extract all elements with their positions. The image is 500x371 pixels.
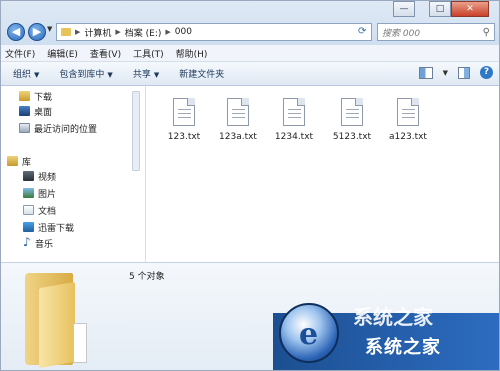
chevron-down-icon: ▼ xyxy=(153,71,160,79)
chevron-down-icon: ▼ xyxy=(34,71,40,79)
nav-item-desktop[interactable]: 桌面 xyxy=(19,104,52,118)
nav-item-label: 下载 xyxy=(34,92,53,103)
item-count: 5 个对象 xyxy=(129,272,165,282)
music-icon xyxy=(23,235,31,249)
refresh-icon[interactable]: ⟳ xyxy=(358,26,366,37)
file-name: 5123.txt xyxy=(332,132,372,142)
nav-item-documents[interactable]: 文档 xyxy=(23,203,56,217)
breadcrumb-computer[interactable]: 计算机 xyxy=(84,26,111,39)
search-icon[interactable]: ⚲ xyxy=(483,27,490,38)
chevron-right-icon: ▶ xyxy=(115,28,121,36)
file-name: a123.txt xyxy=(389,132,427,142)
explorer-window: — □ ✕ ◀ ▶ ▼ ▶ 计算机 ▶ 档案 (E:) ▶ 000 ⟳ 搜索 0… xyxy=(0,0,500,371)
recent-pages-dropdown[interactable]: ▼ xyxy=(47,25,52,33)
include-library-button[interactable]: 包含到库中 ▼ xyxy=(59,67,112,80)
chevron-right-icon: ▶ xyxy=(165,28,171,36)
library-icon xyxy=(7,156,18,166)
address-bar[interactable]: ▶ 计算机 ▶ 档案 (E:) ▶ 000 xyxy=(56,23,372,41)
back-button[interactable]: ◀ xyxy=(7,23,25,41)
file-item[interactable]: 123a.txt xyxy=(213,98,263,142)
nav-item-pictures[interactable]: 图片 xyxy=(23,186,56,200)
nav-item-xunlei-downloads[interactable]: 迅雷下载 xyxy=(23,220,74,234)
minimize-button[interactable]: — xyxy=(393,1,415,17)
logo-top-text: 系统之家 xyxy=(353,305,433,329)
downloads-icon xyxy=(19,91,30,101)
title-bar: — □ ✕ ◀ ▶ ▼ ▶ 计算机 ▶ 档案 (E:) ▶ 000 ⟳ 搜索 0… xyxy=(1,1,499,45)
file-item[interactable]: 5123.txt xyxy=(327,98,377,142)
nav-item-label: 文档 xyxy=(38,206,57,217)
pictures-icon xyxy=(23,188,34,198)
file-name: 1234.txt xyxy=(274,132,314,142)
breadcrumb-folder[interactable]: 000 xyxy=(175,27,192,37)
command-bar: 组织 ▼ 包含到库中 ▼ 共享 ▼ 新建文件夹 ▼ ? xyxy=(1,62,499,86)
forward-button[interactable]: ▶ xyxy=(28,23,46,41)
folder-icon xyxy=(25,269,95,369)
nav-item-label: 音乐 xyxy=(35,239,54,250)
chevron-down-icon: ▼ xyxy=(107,71,113,79)
nav-item-label: 迅雷下载 xyxy=(38,223,75,234)
share-label: 共享 xyxy=(132,70,151,80)
text-file-icon xyxy=(341,98,363,126)
close-button[interactable]: ✕ xyxy=(451,1,489,17)
documents-icon xyxy=(23,205,34,215)
logo-globe-icon: e xyxy=(279,303,339,363)
preview-pane-icon[interactable] xyxy=(458,66,470,79)
folder-icon xyxy=(61,28,71,36)
file-list: 123.txt 123a.txt 1234.txt 5123.txt a123.… xyxy=(147,86,499,262)
logo-brand-text: 系统之家 xyxy=(365,337,441,358)
text-file-icon xyxy=(173,98,195,126)
search-placeholder: 搜索 000 xyxy=(382,28,421,39)
breadcrumb-drive[interactable]: 档案 (E:) xyxy=(125,26,162,39)
file-item[interactable]: 123.txt xyxy=(159,98,209,142)
new-folder-button[interactable]: 新建文件夹 xyxy=(179,67,224,80)
menu-edit[interactable]: 编辑(E) xyxy=(47,47,78,60)
view-controls: ▼ ? xyxy=(418,66,493,79)
text-file-icon xyxy=(227,98,249,126)
maximize-button[interactable]: □ xyxy=(429,1,451,17)
text-file-icon xyxy=(397,98,419,126)
forward-arrow-icon: ▶ xyxy=(32,25,42,38)
file-item[interactable]: 1234.txt xyxy=(269,98,319,142)
organize-button[interactable]: 组织 ▼ xyxy=(13,67,39,80)
text-file-icon xyxy=(283,98,305,126)
menu-view[interactable]: 查看(V) xyxy=(90,47,121,60)
help-icon[interactable]: ? xyxy=(480,66,493,79)
menu-help[interactable]: 帮助(H) xyxy=(176,47,208,60)
file-name: 123.txt xyxy=(167,132,201,142)
file-name: 123a.txt xyxy=(219,132,257,142)
nav-item-label: 视频 xyxy=(38,172,57,183)
nav-item-recent-places[interactable]: 最近访问的位置 xyxy=(19,121,97,135)
window-controls: — □ ✕ xyxy=(393,1,489,17)
search-input[interactable]: 搜索 000 ⚲ xyxy=(377,23,495,41)
nav-item-libraries[interactable]: 库 xyxy=(7,154,31,168)
chevron-down-icon[interactable]: ▼ xyxy=(443,69,448,77)
nav-item-label: 桌面 xyxy=(34,107,53,118)
video-icon xyxy=(23,171,34,181)
nav-item-music[interactable]: 音乐 xyxy=(23,235,54,250)
menu-file[interactable]: 文件(F) xyxy=(5,47,35,60)
share-button[interactable]: 共享 ▼ xyxy=(133,67,159,80)
desktop-icon xyxy=(19,106,30,116)
watermark-logo: 系统之家 e 系统之家 xyxy=(273,299,499,370)
include-library-label: 包含到库中 xyxy=(59,70,105,80)
recent-places-icon xyxy=(19,123,30,133)
nav-item-label: 最近访问的位置 xyxy=(34,124,98,135)
chevron-right-icon: ▶ xyxy=(75,28,81,36)
nav-scrollbar[interactable] xyxy=(132,91,140,171)
change-view-icon[interactable] xyxy=(418,66,433,79)
nav-item-label: 库 xyxy=(22,157,32,168)
organize-label: 组织 xyxy=(13,70,32,80)
xunlei-icon xyxy=(23,222,34,232)
menu-bar: 文件(F) 编辑(E) 查看(V) 工具(T) 帮助(H) xyxy=(1,45,499,62)
nav-item-videos[interactable]: 视频 xyxy=(23,169,56,183)
nav-item-label: 图片 xyxy=(38,189,57,200)
navigation-pane: 下载 桌面 最近访问的位置 库 视频 图片 文档 迅雷下载 ♪ 音乐 xyxy=(1,86,146,262)
nav-item-downloads[interactable]: 下载 xyxy=(19,89,52,103)
file-item[interactable]: a123.txt xyxy=(383,98,433,142)
back-arrow-icon: ◀ xyxy=(11,25,21,38)
menu-tools[interactable]: 工具(T) xyxy=(133,47,164,60)
